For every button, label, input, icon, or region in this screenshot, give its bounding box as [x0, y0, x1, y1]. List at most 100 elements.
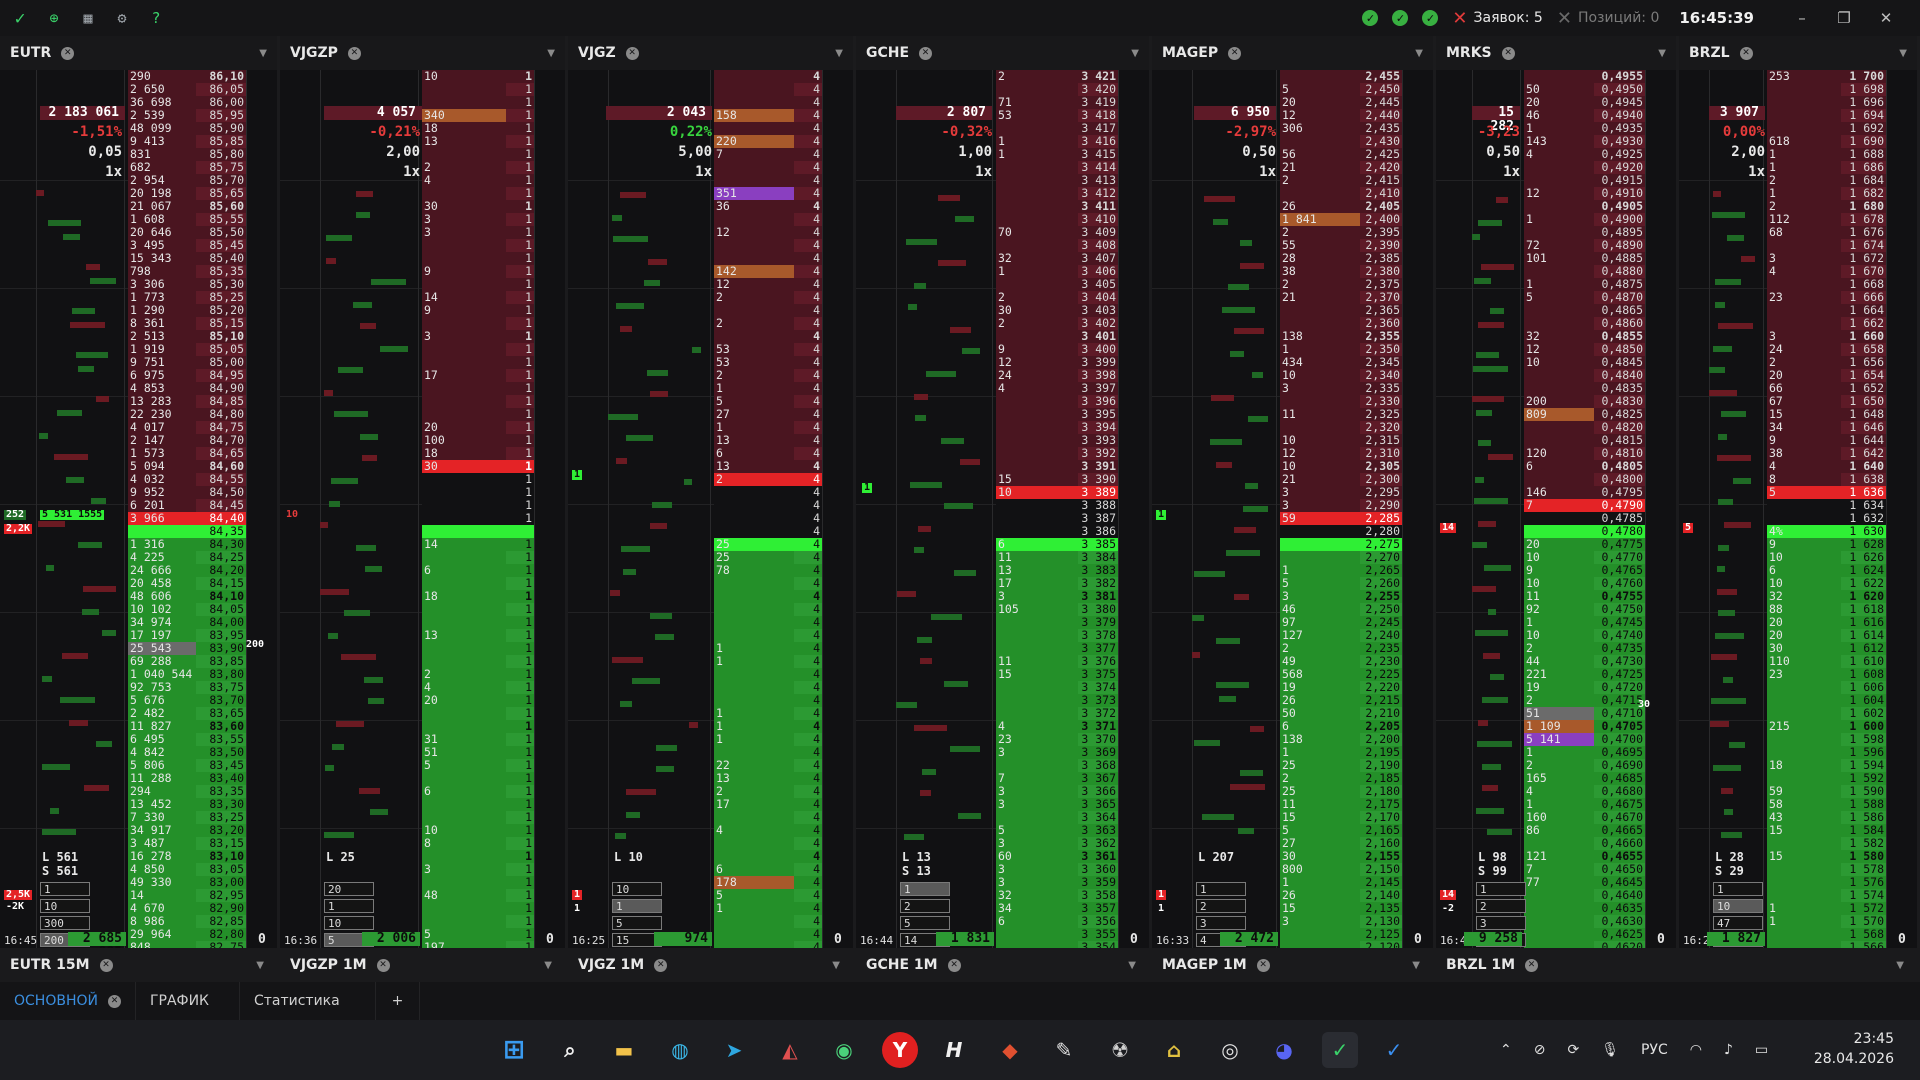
depth-volume[interactable]: 6: [1524, 460, 1594, 473]
depth-volume[interactable]: [714, 83, 794, 96]
depth-volume[interactable]: [714, 304, 794, 317]
depth-volume[interactable]: [714, 512, 794, 525]
depth-volume[interactable]: [996, 330, 1078, 343]
order-size-button[interactable]: 20: [324, 882, 374, 896]
depth-volume[interactable]: [1280, 928, 1360, 941]
depth-volume[interactable]: [1524, 304, 1594, 317]
language-indicator[interactable]: РУС: [1641, 1042, 1668, 1058]
depth-volume[interactable]: [996, 694, 1078, 707]
size-multiplier[interactable]: 1x: [856, 162, 992, 182]
help-icon[interactable]: ?: [146, 8, 166, 28]
file-explorer-icon[interactable]: ▬: [606, 1032, 642, 1068]
depth-volume[interactable]: 2: [714, 473, 794, 486]
depth-volume[interactable]: [996, 200, 1078, 213]
depth-volume[interactable]: [422, 382, 506, 395]
order-size-button[interactable]: 2: [900, 899, 950, 913]
depth-volume[interactable]: [996, 941, 1078, 948]
close-positions-icon[interactable]: ✕: [1557, 8, 1572, 29]
depth-volume[interactable]: 3: [1280, 915, 1360, 928]
depth-volume[interactable]: 2: [714, 291, 794, 304]
depth-volume[interactable]: 1: [1767, 148, 1841, 161]
depth-volume[interactable]: 3: [1280, 486, 1360, 499]
depth-volume[interactable]: [996, 759, 1078, 772]
depth-volume[interactable]: [422, 317, 506, 330]
edge-icon[interactable]: ◍: [662, 1032, 698, 1068]
depth-volume[interactable]: 809: [1524, 408, 1594, 421]
order-book-pane[interactable]: EUTR ✕ ▼ 2 183 061 -1,51% 0,05 1x 290 2 650 36 69…: [0, 36, 280, 948]
depth-volume[interactable]: 32: [996, 252, 1078, 265]
depth-volume[interactable]: 38: [1767, 447, 1841, 460]
depth-volume[interactable]: 21: [1280, 161, 1360, 174]
depth-volume[interactable]: [714, 668, 794, 681]
size-multiplier[interactable]: 1x: [1436, 162, 1520, 182]
price-ladder[interactable]: 2,455 2,450 2,445 2,440 2,435 2,430 2,425 2,420…: [1360, 70, 1402, 948]
depth-volume[interactable]: 5: [996, 824, 1078, 837]
depth-volume[interactable]: [714, 928, 794, 941]
chevron-down-icon[interactable]: ▼: [256, 960, 264, 971]
depth-volume[interactable]: [1280, 525, 1360, 538]
depth-volume[interactable]: 10: [422, 824, 506, 837]
depth-volume[interactable]: 17: [422, 369, 506, 382]
order-size-button[interactable]: 10: [324, 916, 374, 930]
order-book-pane[interactable]: MRKS ✕ ▼ 15 282 -3,23 0,50 1x 50 20 46 1 143 4 12 1 72 1…: [1436, 36, 1679, 948]
order-size-button[interactable]: 1: [40, 882, 90, 896]
depth-volume[interactable]: 10: [422, 70, 506, 83]
chart-tab[interactable]: BRZL 1M ✕ ▼: [1436, 948, 1920, 982]
depth-volume[interactable]: 23: [1767, 291, 1841, 304]
depth-volume[interactable]: 1: [996, 135, 1078, 148]
depth-volume[interactable]: [422, 512, 506, 525]
order-size-button[interactable]: 47: [1713, 916, 1763, 930]
depth-volume[interactable]: 1: [714, 902, 794, 915]
close-icon[interactable]: ✕: [1501, 46, 1515, 60]
depth-volume[interactable]: [422, 642, 506, 655]
chevron-down-icon[interactable]: ▼: [1415, 48, 1423, 59]
depth-volume[interactable]: [1280, 538, 1360, 551]
depth-volume[interactable]: 220: [714, 135, 794, 148]
depth-volume[interactable]: 848: [128, 941, 196, 948]
order-size-button[interactable]: 10: [1713, 899, 1763, 913]
price-ladder[interactable]: 1 700 1 698 1 696 1 694 1 692 1 690 1 688 1 686…: [1841, 70, 1886, 948]
depth-volume[interactable]: 1: [1767, 902, 1841, 915]
depth-volume[interactable]: [1524, 161, 1594, 174]
app-home-icon[interactable]: ⌂: [1156, 1032, 1192, 1068]
depth-volume[interactable]: [714, 837, 794, 850]
depth-volume[interactable]: 12: [714, 226, 794, 239]
depth-volume[interactable]: 11: [1280, 408, 1360, 421]
depth-volume[interactable]: 3: [996, 785, 1078, 798]
depth-volume[interactable]: [1524, 369, 1594, 382]
depth-volume[interactable]: 138: [1280, 330, 1360, 343]
depth-volume[interactable]: [422, 148, 506, 161]
depth-volume[interactable]: 38: [1280, 265, 1360, 278]
depth-volume[interactable]: [714, 681, 794, 694]
depth-volume[interactable]: [422, 798, 506, 811]
close-icon[interactable]: ✕: [107, 994, 121, 1008]
pane-body[interactable]: 4 057 -0,21% 2,00 1x 10 340 18 13 2 4 30 3 3 9 14 9 3 17 2…: [280, 70, 565, 948]
depth-volume[interactable]: [1524, 421, 1594, 434]
chevron-down-icon[interactable]: ▼: [1658, 48, 1666, 59]
depth-volume[interactable]: [1524, 928, 1594, 941]
price-ladder[interactable]: 1 8961 8941 8921 8901 8881 8861 8841 882…: [506, 70, 534, 948]
price-step[interactable]: 0,50: [1436, 142, 1520, 162]
depth-volume[interactable]: 51: [422, 746, 506, 759]
depth-volume[interactable]: 5 141: [1524, 733, 1594, 746]
depth-volume[interactable]: [1524, 915, 1594, 928]
depth-volume-column[interactable]: 10 340 18 13 2 4 30 3 3 9 14 9 3 17 20 100 18 30 14 6 18 13 2 4…: [422, 70, 506, 948]
order-size-button[interactable]: 3: [1476, 916, 1526, 930]
depth-volume[interactable]: 215: [1767, 720, 1841, 733]
depth-volume[interactable]: 197: [422, 941, 506, 948]
battery-icon[interactable]: ▭: [1755, 1042, 1768, 1058]
depth-volume[interactable]: [1280, 941, 1360, 948]
depth-volume[interactable]: 23: [1767, 668, 1841, 681]
price-step[interactable]: 2,00: [1679, 142, 1765, 162]
depth-volume[interactable]: 50: [1280, 707, 1360, 720]
depth-volume-column[interactable]: 290 2 650 36 698 2 539 48 099 9 413 831 682 2 95…: [128, 70, 196, 948]
depth-volume[interactable]: 5: [714, 889, 794, 902]
depth-volume[interactable]: [996, 421, 1078, 434]
depth-volume[interactable]: [422, 343, 506, 356]
close-icon[interactable]: ✕: [1256, 958, 1270, 972]
depth-volume[interactable]: 6: [422, 785, 506, 798]
depth-volume-column[interactable]: 253 618 1 1 2 1 2 112 68 3 4 23 3 24 2 20 66 67 15 34 9 38 4 8 5…: [1767, 70, 1841, 948]
price-step[interactable]: 5,00: [568, 142, 712, 162]
depth-volume[interactable]: [996, 278, 1078, 291]
depth-volume[interactable]: [1767, 96, 1841, 109]
